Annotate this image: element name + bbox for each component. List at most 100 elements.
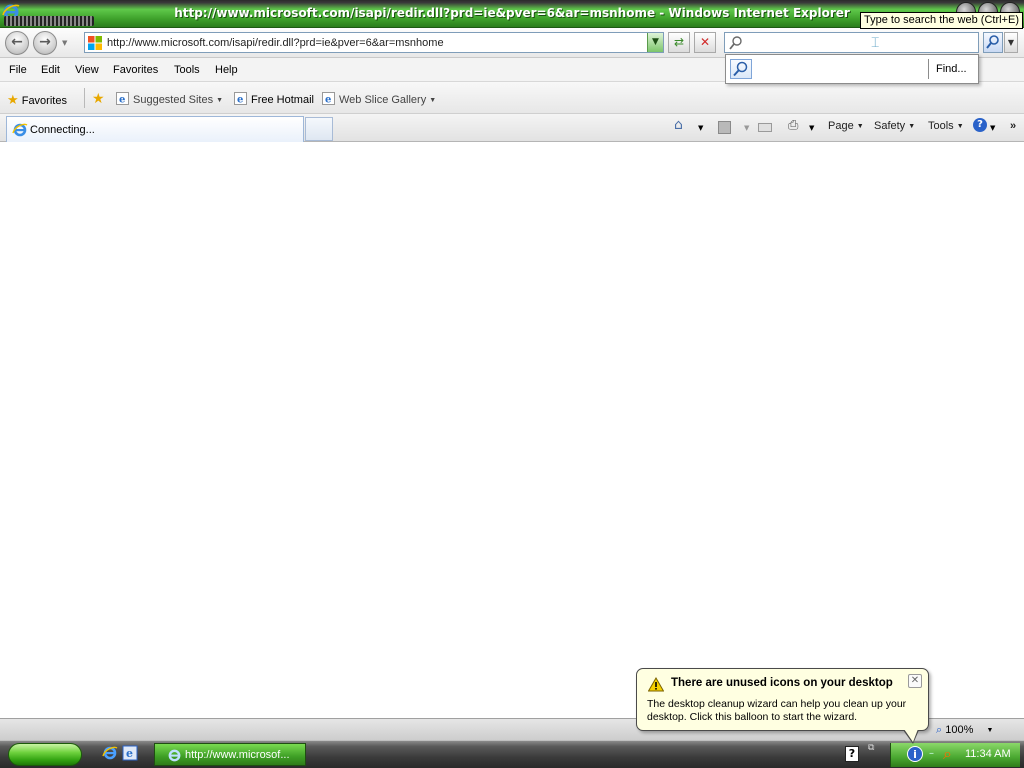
refresh-button[interactable]: ⇄ bbox=[668, 32, 690, 53]
menu-file[interactable]: File bbox=[9, 64, 27, 76]
suggested-sites-button[interactable]: e Suggested Sites ▼ bbox=[116, 92, 223, 106]
address-url[interactable]: http://www.microsoft.com/isapi/redir.dll… bbox=[107, 37, 444, 49]
new-tab-button[interactable] bbox=[305, 117, 333, 141]
search-tooltip: Type to search the web (Ctrl+E) bbox=[860, 12, 1023, 29]
search-options-button[interactable]: ▼ bbox=[1004, 32, 1018, 53]
read-mail-icon[interactable] bbox=[758, 123, 772, 132]
home-icon[interactable]: ⌂ bbox=[674, 117, 683, 133]
more-commands-button[interactable]: » bbox=[1010, 120, 1016, 132]
balloon-tail-fill bbox=[904, 729, 918, 742]
chevron-down-icon[interactable]: ▼ bbox=[698, 124, 703, 132]
menu-favorites[interactable]: Favorites bbox=[113, 64, 158, 76]
chevron-down-icon: ▼ bbox=[1007, 38, 1015, 47]
balloon-title: There are unused icons on your desktop bbox=[671, 677, 893, 689]
tools-menu-button[interactable]: Tools ▼ bbox=[928, 120, 964, 132]
search-icon bbox=[729, 36, 742, 50]
menu-view[interactable]: View bbox=[75, 64, 99, 76]
address-dropdown-icon[interactable]: ▼ bbox=[647, 33, 663, 52]
zoom-level: 100% bbox=[945, 724, 974, 736]
microsoft-favicon-icon bbox=[88, 36, 102, 50]
svg-text:e: e bbox=[119, 95, 125, 106]
chevron-down-icon: ▼ bbox=[908, 123, 916, 130]
chevron-down-icon: ▼ bbox=[744, 124, 750, 132]
taskbar-ie-window[interactable]: http://www.microsof... bbox=[154, 743, 306, 766]
start-button[interactable] bbox=[8, 743, 82, 766]
search-button[interactable] bbox=[983, 32, 1003, 53]
chevron-down-icon: ▼ bbox=[856, 123, 864, 130]
back-arrow-icon: ← bbox=[11, 34, 23, 50]
suggested-sites-label: Suggested Sites bbox=[133, 94, 214, 106]
favorites-divider bbox=[84, 88, 85, 108]
menu-help[interactable]: Help bbox=[215, 64, 238, 76]
menu-edit[interactable]: Edit bbox=[41, 64, 60, 76]
forward-arrow-icon: → bbox=[39, 34, 51, 50]
ie-window-icon bbox=[168, 749, 181, 762]
safety-label: Safety bbox=[874, 120, 906, 132]
svg-text:e: e bbox=[126, 747, 133, 760]
tab-label: Connecting... bbox=[30, 124, 95, 136]
search-field[interactable]: ⌶ bbox=[724, 32, 979, 53]
tray-separator-icon: – bbox=[929, 748, 934, 759]
page-menu-button[interactable]: Page ▼ bbox=[828, 120, 864, 132]
search-tray-icon[interactable]: ⌕ bbox=[943, 744, 952, 764]
ie-page-icon: e bbox=[116, 92, 129, 105]
safety-menu-button[interactable]: Safety ▼ bbox=[874, 120, 915, 132]
chevron-down-icon: ▼ bbox=[216, 97, 224, 104]
system-tray: i – ⌕ 11:34 AM bbox=[890, 743, 1020, 767]
dropdown-divider bbox=[928, 59, 929, 79]
network-tray-icon[interactable]: ⧉ bbox=[868, 743, 874, 753]
add-favorite-icon: ★ bbox=[92, 90, 105, 106]
add-to-favorites-bar-button[interactable]: ★ bbox=[92, 90, 105, 107]
page-content[interactable] bbox=[0, 142, 1024, 718]
forward-button[interactable]: → bbox=[33, 31, 57, 55]
balloon-close-icon[interactable]: ✕ bbox=[908, 674, 922, 688]
search-provider-button[interactable] bbox=[730, 59, 752, 79]
back-button[interactable]: ← bbox=[5, 31, 29, 55]
stop-icon: ✕ bbox=[699, 35, 711, 49]
menu-tools[interactable]: Tools bbox=[174, 64, 200, 76]
tab-connecting[interactable]: Connecting... bbox=[6, 116, 304, 142]
stop-button[interactable]: ✕ bbox=[694, 32, 716, 53]
tab-row: Connecting... ⌂ ▼ ▼ ⎙ ▼ Page ▼ Safety ▼ To… bbox=[0, 114, 1024, 142]
chevron-down-icon[interactable]: ▼ bbox=[809, 124, 814, 132]
favorites-label: Favorites bbox=[21, 95, 67, 107]
warning-icon bbox=[648, 677, 664, 692]
ie-loading-icon bbox=[12, 123, 28, 137]
help-tray-icon[interactable]: ? bbox=[845, 746, 859, 762]
notification-balloon[interactable]: There are unused icons on your desktop T… bbox=[636, 668, 929, 744]
favorites-bar: ★ Favorites ★ e Suggested Sites ▼ e Free Ho… bbox=[0, 82, 1024, 114]
page-label: Page bbox=[828, 120, 854, 132]
search-provider-icon bbox=[733, 61, 748, 77]
address-field[interactable]: http://www.microsoft.com/isapi/redir.dll… bbox=[84, 32, 664, 53]
search-dropdown: Find... bbox=[725, 54, 979, 84]
chevron-down-icon[interactable]: ▼ bbox=[990, 124, 995, 132]
chevron-down-icon: ▼ bbox=[986, 727, 994, 734]
help-icon[interactable]: ? bbox=[973, 118, 987, 132]
find-on-page-item[interactable]: Find... bbox=[936, 63, 967, 75]
text-cursor-icon: ⌶ bbox=[871, 35, 880, 51]
ie-page-icon: e bbox=[322, 92, 335, 105]
recent-pages-chevron-icon[interactable]: ▼ bbox=[62, 39, 67, 47]
print-icon[interactable]: ⎙ bbox=[788, 118, 798, 133]
svg-text:e: e bbox=[237, 95, 243, 106]
favorites-star-icon: ★ bbox=[7, 92, 19, 107]
favorites-button[interactable]: ★ Favorites bbox=[7, 92, 67, 108]
clock: 11:34 AM bbox=[965, 748, 1011, 760]
chevron-down-icon: ▼ bbox=[956, 123, 964, 130]
free-hotmail-link[interactable]: e Free Hotmail bbox=[234, 92, 314, 106]
ie-quick-launch-icon[interactable] bbox=[102, 745, 118, 761]
search-input[interactable] bbox=[745, 35, 970, 50]
search-go-icon bbox=[986, 35, 999, 49]
web-slice-gallery-button[interactable]: e Web Slice Gallery ▼ bbox=[322, 92, 436, 106]
refresh-icon: ⇄ bbox=[673, 35, 685, 49]
svg-text:e: e bbox=[325, 95, 331, 106]
balloon-body: The desktop cleanup wizard can help you … bbox=[647, 698, 907, 723]
zoom-icon: ⌕ bbox=[936, 724, 943, 736]
show-desktop-icon[interactable]: e bbox=[122, 745, 138, 761]
zoom-control[interactable]: ⌕ 100% ▼ bbox=[936, 724, 993, 737]
feeds-icon[interactable] bbox=[718, 121, 731, 134]
ie-page-icon: e bbox=[234, 92, 247, 105]
tools-label: Tools bbox=[928, 120, 954, 132]
taskbar: e http://www.microsof... ? ⧉ i – ⌕ 11:34… bbox=[0, 740, 1024, 768]
info-tray-icon[interactable]: i bbox=[907, 746, 923, 762]
